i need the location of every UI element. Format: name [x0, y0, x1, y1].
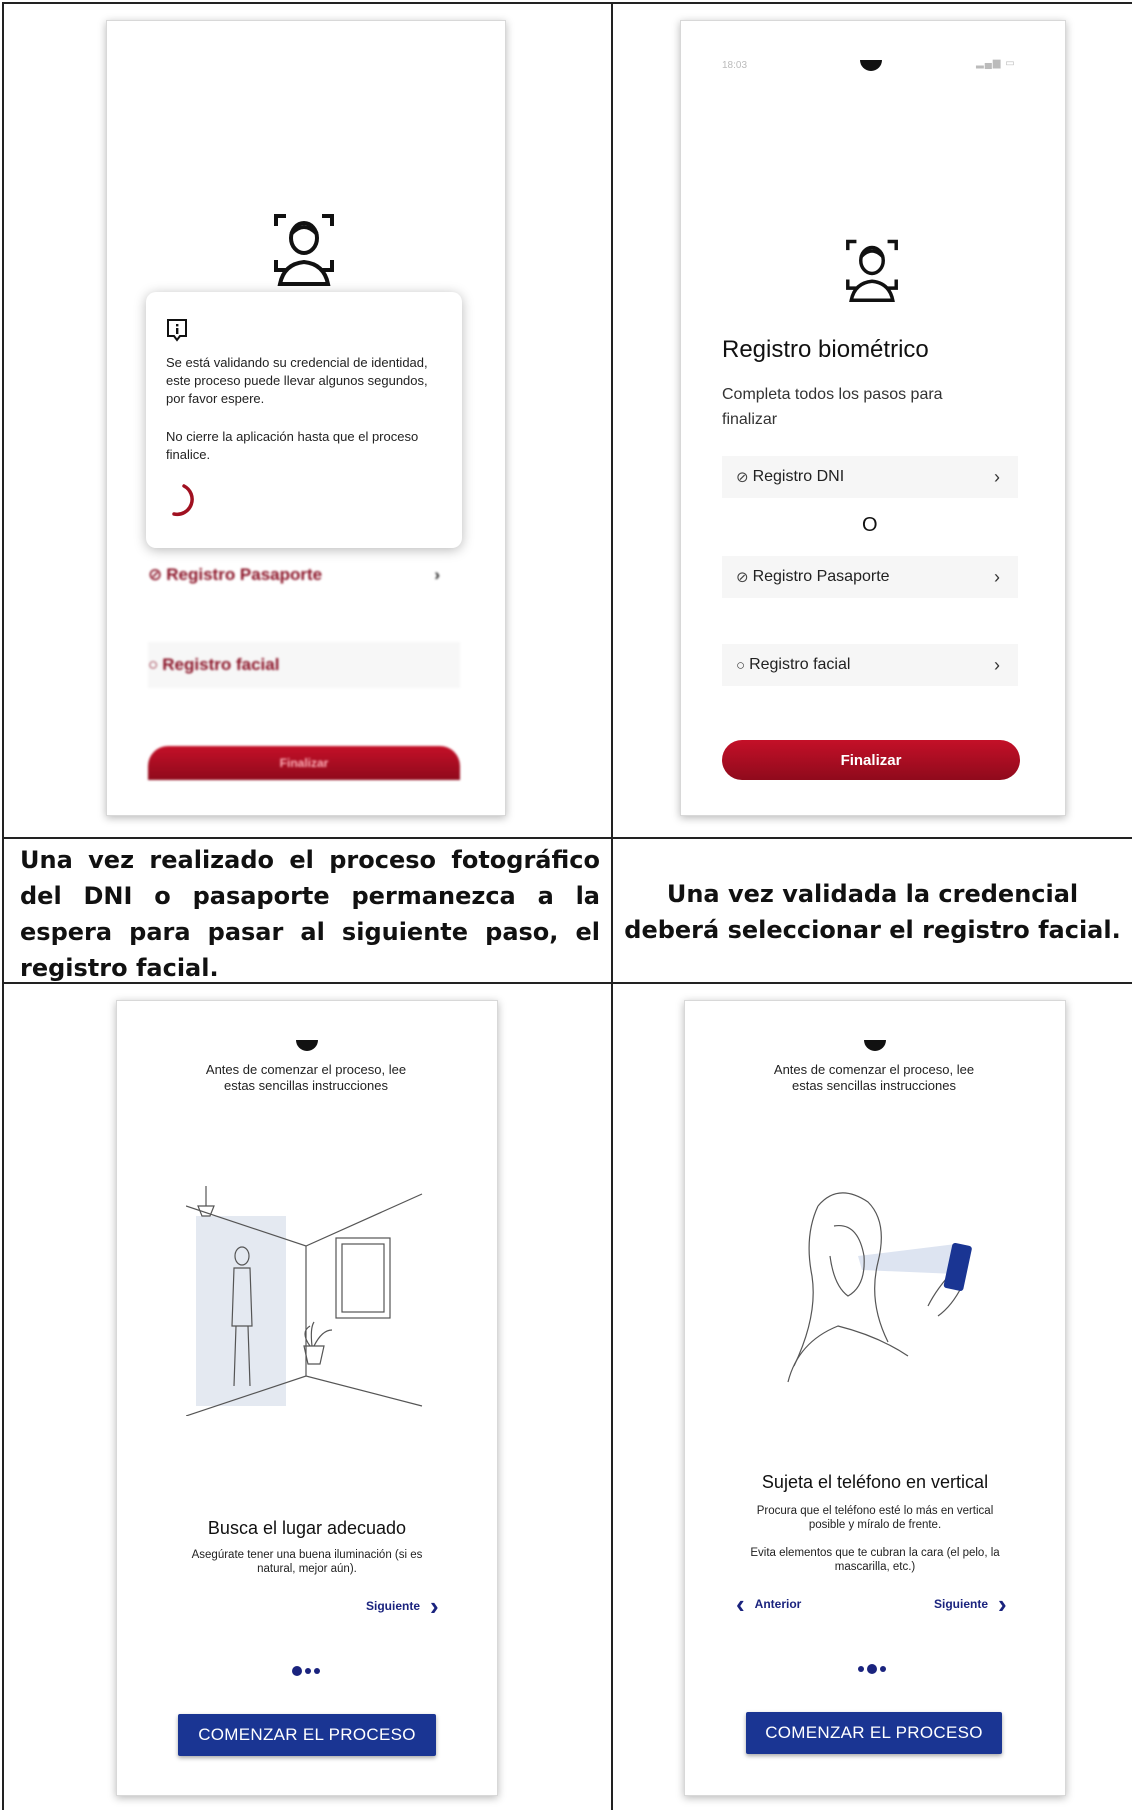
page-subtitle: Completa todos los pasos para finalizar: [722, 386, 943, 428]
finalize-button-blurred: Finalizar: [148, 746, 460, 780]
dialog-message-do-not-close: No cierre la aplicación hasta que el pro…: [166, 429, 419, 462]
step-description: Asegúrate tener una buena iluminación (s…: [191, 1549, 423, 1575]
item-label: Registro Pasaporte: [752, 568, 890, 585]
next-link[interactable]: Siguiente ›: [366, 1591, 439, 1621]
validation-dialog: Se está validando su credencial de ident…: [146, 292, 462, 548]
row-registro-facial-blurred: ○ Registro facial: [148, 642, 460, 688]
intro-text: Antes de comenzar el proceso, lee estas …: [773, 1062, 975, 1093]
step-dot-active: [867, 1664, 877, 1674]
row-label: Registro Pasaporte: [166, 565, 323, 584]
chevron-left-icon: ‹: [736, 1589, 745, 1619]
status-time: 18:03: [722, 60, 748, 71]
empty-circle-icon: ○: [736, 656, 746, 674]
start-process-button[interactable]: COMENZAR EL PROCESO: [178, 1714, 436, 1756]
step-heading: Sujeta el teléfono en vertical: [761, 1472, 989, 1492]
item-label: Registro DNI: [752, 468, 845, 485]
finalize-button[interactable]: Finalizar: [722, 740, 1020, 780]
check-circle-icon: ⊘: [736, 569, 749, 586]
row-label: Registro facial: [162, 655, 280, 674]
chevron-right-icon: ›: [430, 1591, 439, 1621]
dialog-message-waiting: Se está validando su credencial de ident…: [166, 355, 428, 406]
step-heading: Busca el lugar adecuado: [207, 1518, 407, 1538]
list-item-registro-facial[interactable]: ○ Registro facial ›: [722, 644, 1018, 686]
item-label: Registro facial: [749, 656, 851, 673]
caption-left: Una vez realizado el proceso fotográfico…: [20, 846, 600, 982]
info-alert-icon: [167, 319, 187, 342]
chevron-right-icon: ›: [994, 566, 1000, 587]
next-label: Siguiente: [934, 1597, 989, 1611]
table-divider-h1: [2, 837, 1132, 839]
step-dot: [305, 1668, 311, 1674]
step-dot: [880, 1666, 886, 1672]
previous-label: Anterior: [754, 1597, 802, 1611]
page-title: Registro biométrico: [722, 336, 929, 363]
step-dot: [858, 1666, 864, 1672]
check-circle-icon: ⊘: [148, 565, 163, 584]
person-holding-phone-illustration: [787, 1192, 972, 1383]
previous-link[interactable]: ‹ Anterior: [736, 1589, 802, 1619]
chevron-right-icon: ›: [994, 466, 1000, 487]
row-registro-pasaporte-blurred: ⊘ Registro Pasaporte ›: [148, 552, 460, 598]
face-scan-icon: [846, 239, 898, 302]
status-icons: ▂▄▆ ▭: [976, 58, 1016, 69]
list-item-registro-dni[interactable]: ⊘ Registro DNI ›: [722, 456, 1018, 498]
caption-right: Una vez validada la credencial deberá se…: [624, 880, 1121, 944]
step-description-2: Evita elementos que te cubran la cara (e…: [750, 1547, 1000, 1573]
next-link[interactable]: Siguiente ›: [934, 1589, 1007, 1619]
list-item-registro-pasaporte[interactable]: ⊘ Registro Pasaporte ›: [722, 556, 1018, 598]
intro-text: Antes de comenzar el proceso, lee estas …: [205, 1062, 407, 1093]
next-label: Siguiente: [366, 1599, 421, 1613]
loading-spinner-icon: [172, 484, 194, 517]
chevron-right-icon: ›: [434, 565, 440, 584]
table-border-left: [2, 2, 4, 1810]
chevron-right-icon: ›: [994, 654, 1000, 675]
check-circle-icon: ⊘: [736, 469, 749, 486]
table-divider-vertical: [611, 2, 613, 1810]
phone-screenshot-instructions-phone: [684, 1000, 1066, 1796]
table-border-top: [2, 2, 1132, 4]
start-process-button[interactable]: COMENZAR EL PROCESO: [746, 1712, 1002, 1754]
chevron-right-icon: ›: [998, 1589, 1007, 1619]
face-scan-icon: [274, 214, 334, 286]
step-dot-active: [292, 1666, 302, 1676]
room-illustration: [186, 1186, 423, 1416]
step-description-1: Procura que el teléfono esté lo más en v…: [756, 1505, 994, 1531]
empty-circle-icon: ○: [148, 655, 159, 674]
or-separator: O: [862, 514, 878, 536]
step-dot: [314, 1668, 320, 1674]
